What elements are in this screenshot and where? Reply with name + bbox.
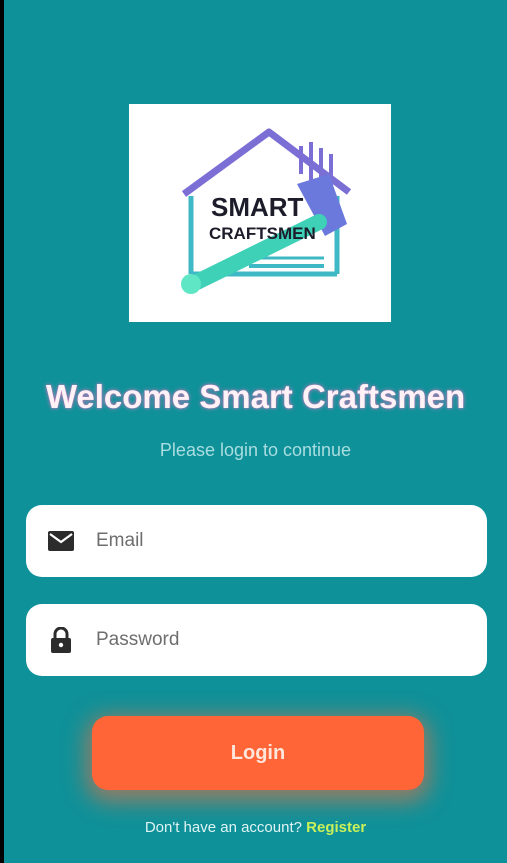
password-input[interactable]: [96, 629, 456, 651]
mail-icon: [26, 531, 96, 551]
register-link[interactable]: Register: [306, 819, 366, 836]
login-button[interactable]: Login: [92, 716, 424, 790]
email-input[interactable]: [96, 530, 456, 552]
logo-text-line1: SMART: [211, 192, 304, 222]
register-prompt-text: Don't have an account?: [144, 819, 302, 836]
register-prompt: Don't have an account? Register: [4, 819, 507, 836]
subtitle: Please login to continue: [159, 440, 352, 460]
email-field[interactable]: [26, 505, 487, 577]
house-hammer-logo-icon: SMART CRAFTSMEN: [181, 128, 352, 294]
login-screen: SMART CRAFTSMEN Welcome Smart Craftsmen …: [4, 0, 507, 863]
lock-icon: [26, 627, 96, 653]
app-logo: SMART CRAFTSMEN: [129, 104, 391, 322]
password-field[interactable]: [26, 604, 487, 676]
welcome-title: Welcome Smart Craftsmen: [45, 378, 466, 415]
logo-text-line2: CRAFTSMEN: [209, 224, 316, 243]
